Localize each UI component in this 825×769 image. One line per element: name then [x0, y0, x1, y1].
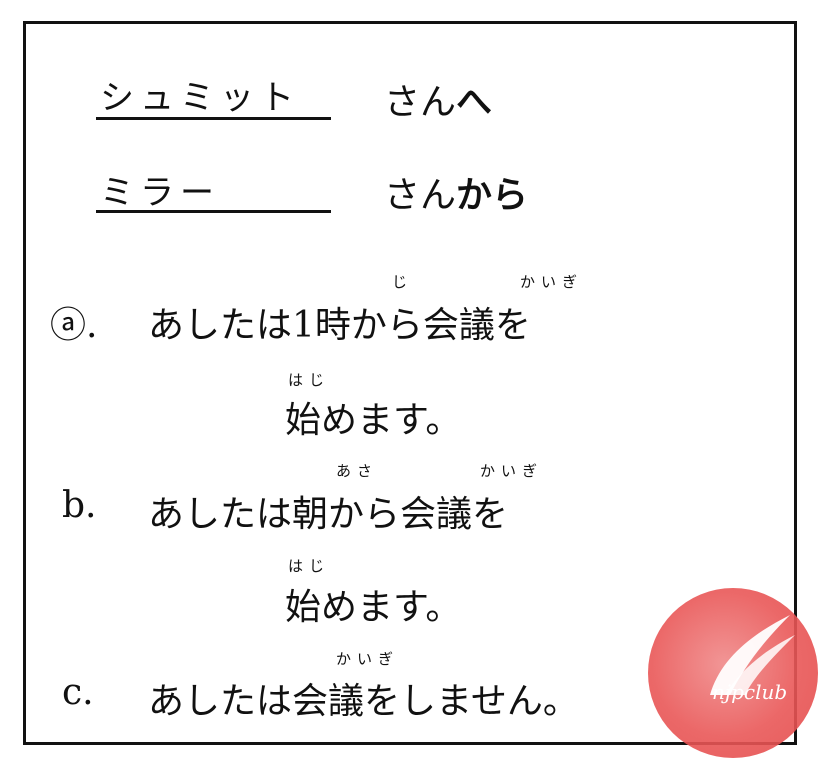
logo-text: njpclub [712, 680, 788, 704]
ruby-kaigi-b: かいぎ [480, 462, 544, 480]
recipient-name: シュミット [100, 78, 300, 118]
recipient-underline [96, 117, 331, 120]
sender-san: さん [384, 175, 457, 216]
recipient-particle: へ [456, 82, 493, 123]
option-c-line1: あしたは会議をしません。 [148, 681, 579, 722]
option-b-label: b. [62, 485, 97, 526]
recipient-san: さん [384, 82, 457, 123]
ruby-kaigi-a: かいぎ [520, 273, 584, 291]
ruby-ji: じ [392, 273, 414, 291]
option-c-label: c. [62, 672, 94, 713]
option-b-line2: 始めます。 [285, 587, 462, 628]
sender-underline [96, 210, 331, 213]
option-a-label: ⓐ. [50, 305, 98, 346]
sender-suffix: さんから [384, 166, 528, 218]
ruby-asa: あさ [336, 462, 379, 480]
option-b-line1: あしたは朝から会議を [148, 494, 509, 535]
ruby-haji-a: はじ [288, 371, 331, 389]
option-a-line2: 始めます。 [285, 400, 462, 441]
option-a-line1: あしたは1時から会議を [148, 305, 531, 346]
sender-name: ミラー [100, 173, 220, 213]
recipient-suffix: さんへ [384, 73, 492, 125]
ruby-kaigi-c: かいぎ [336, 650, 400, 668]
ruby-haji-b: はじ [288, 557, 331, 575]
sender-particle: から [456, 175, 529, 216]
